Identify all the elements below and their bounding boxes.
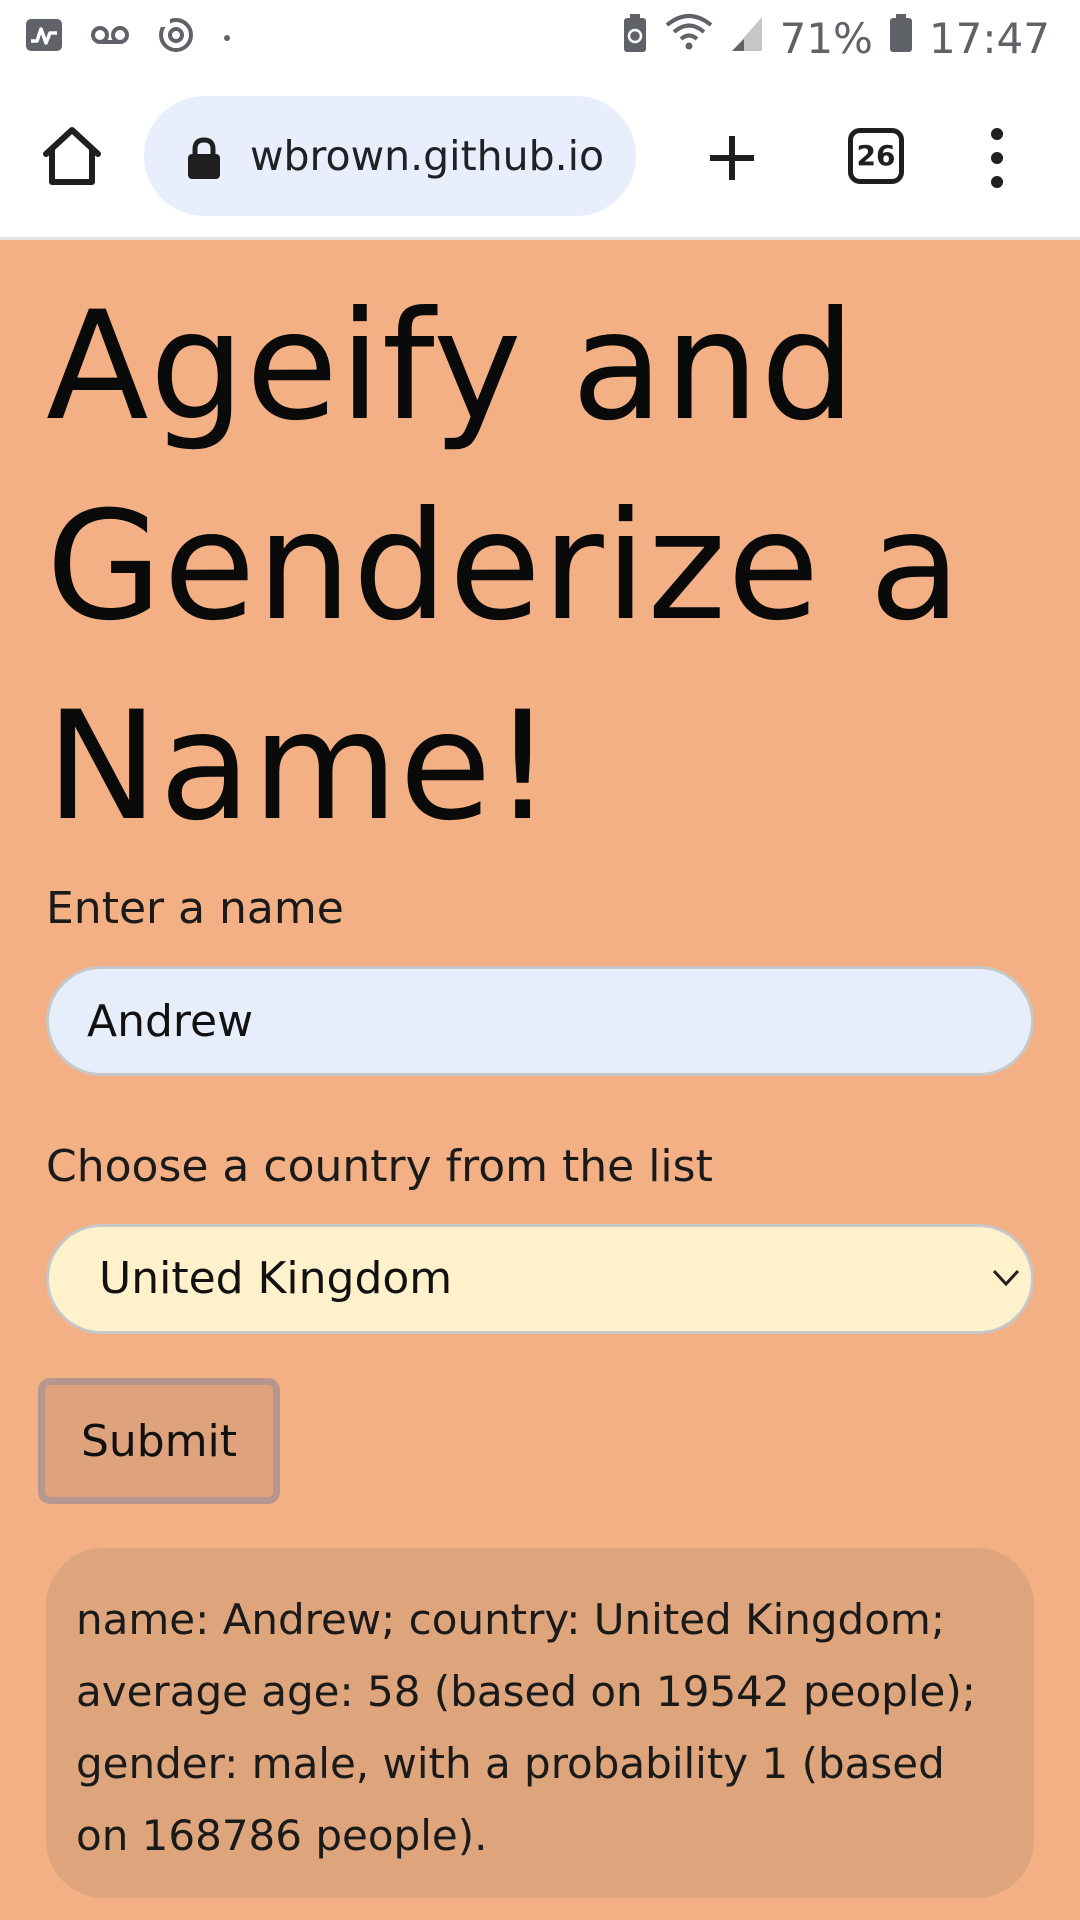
wifi-icon bbox=[664, 13, 714, 63]
country-select[interactable]: United Kingdom bbox=[46, 1224, 1034, 1334]
battery-saver-icon bbox=[622, 13, 648, 63]
new-tab-button[interactable] bbox=[706, 132, 758, 184]
url-text[interactable]: wbrown.github.io bbox=[250, 96, 630, 216]
submit-button[interactable]: Submit bbox=[38, 1378, 280, 1504]
tab-count: 26 bbox=[856, 139, 896, 172]
status-bar: 71% 17:47 bbox=[0, 0, 1080, 76]
browser-toolbar: wbrown.github.io 26 bbox=[0, 76, 1080, 240]
signal-icon bbox=[730, 14, 764, 63]
result-box: name: Andrew; country: United Kingdom; a… bbox=[46, 1548, 1034, 1898]
battery-percent: 71% bbox=[779, 13, 873, 63]
chevron-down-icon bbox=[992, 1269, 1020, 1287]
more-vert-icon bbox=[991, 128, 1003, 188]
result-text: name: Andrew; country: United Kingdom; a… bbox=[76, 1595, 976, 1860]
activity-icon bbox=[24, 17, 64, 57]
home-button[interactable] bbox=[38, 122, 106, 190]
name-input[interactable] bbox=[46, 966, 1034, 1076]
more-menu-button[interactable] bbox=[982, 126, 1012, 190]
home-icon bbox=[43, 127, 101, 185]
battery-icon bbox=[889, 13, 913, 63]
lock-icon[interactable] bbox=[186, 136, 222, 180]
country-label: Choose a country from the list bbox=[46, 1141, 713, 1192]
plus-icon bbox=[710, 136, 754, 180]
address-bar[interactable]: wbrown.github.io bbox=[144, 96, 636, 216]
page-title: Ageify and Genderize a Name! bbox=[46, 280, 963, 854]
dot-icon bbox=[222, 28, 232, 47]
tab-switcher-button[interactable]: 26 bbox=[848, 128, 904, 184]
clock: 17:47 bbox=[928, 13, 1050, 63]
voicemail-icon bbox=[90, 23, 130, 51]
page-content: Ageify and Genderize a Name! Enter a nam… bbox=[0, 243, 1080, 1920]
country-selected-value: United Kingdom bbox=[99, 1253, 453, 1304]
sync-icon bbox=[156, 15, 196, 59]
name-label: Enter a name bbox=[46, 883, 344, 934]
